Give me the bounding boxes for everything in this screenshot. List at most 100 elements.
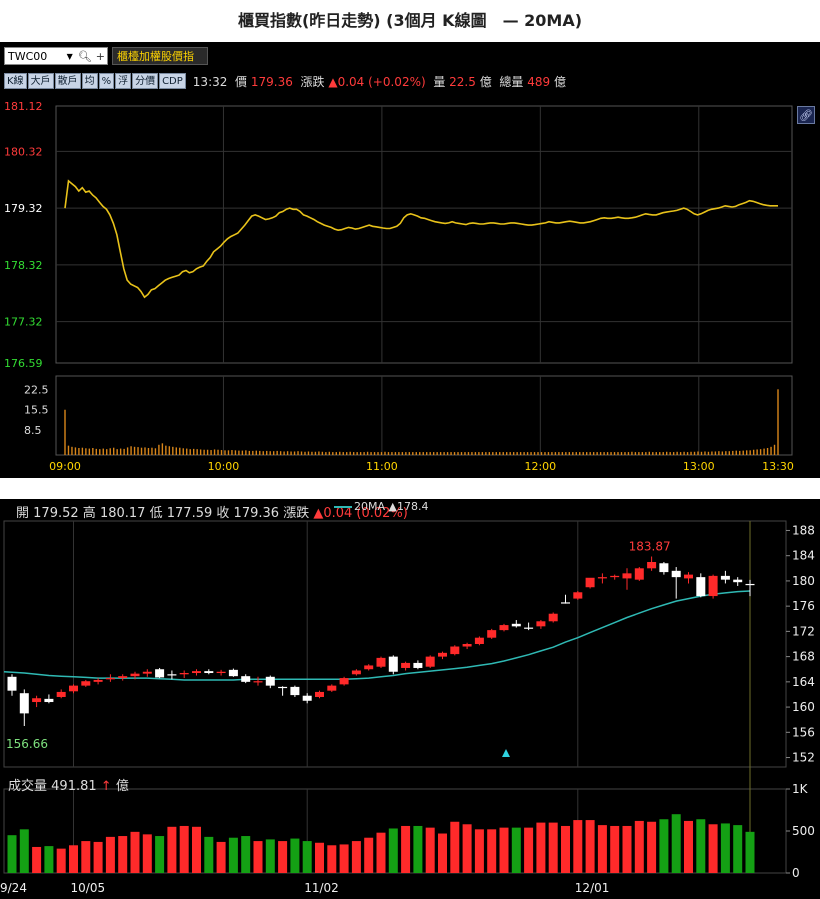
candle-body [118, 676, 128, 679]
volume-plot-frame [55, 375, 793, 456]
date-tick-label: 12/01 [575, 881, 610, 895]
volume-bar [561, 825, 570, 873]
volume-bar [499, 827, 509, 873]
candle-body [327, 685, 337, 691]
volume-bar [684, 820, 693, 873]
volume-tick-label: 22.5 [24, 383, 49, 396]
volume-bar [671, 814, 681, 873]
volume-bar [720, 823, 730, 873]
candle-body [745, 583, 755, 586]
volume-bar [659, 819, 669, 873]
signal-marker-icon [502, 749, 510, 757]
candle-body [265, 676, 275, 686]
volume-tick-label: 1K [792, 782, 809, 796]
volume-bar [388, 828, 398, 873]
candle-body [511, 623, 521, 627]
price-tick-label: 152 [792, 751, 815, 765]
candle-body [474, 637, 484, 644]
candle-body [302, 695, 312, 701]
candle-body [450, 646, 460, 655]
volume-bar [278, 841, 288, 873]
volume-bar [32, 846, 42, 873]
volume-bar [364, 837, 374, 873]
daily-panel: 開 179.52 高 180.17 低 177.59 收 179.36 漲跌 ▲… [0, 499, 820, 899]
volume-bar [487, 829, 497, 873]
price-tick-label: 180 [792, 574, 815, 588]
candle-body [351, 670, 361, 675]
volume-unit: 億 [115, 779, 129, 794]
volume-bar [142, 834, 152, 873]
price-tick-label: 181.12 [4, 100, 43, 113]
volume-bar [425, 827, 435, 873]
volume-bar [745, 831, 755, 873]
volume-bar [647, 821, 657, 873]
volume-bar [474, 829, 484, 873]
volume-bar [634, 820, 644, 873]
volume-bar [548, 822, 558, 873]
volume-bar [413, 825, 423, 873]
candle-body [597, 577, 607, 579]
time-tick-label: 09:00 [49, 460, 81, 473]
candle-body [155, 669, 165, 678]
volume-bar [733, 825, 743, 873]
candle-body [585, 577, 595, 588]
candle-body [32, 698, 42, 703]
price-tick-label: 176.59 [4, 357, 43, 370]
time-tick-label: 11:00 [366, 460, 398, 473]
daily-chart: 188 184 180 176 172 168 164 160 156 152 9/24 10/05 1… [0, 520, 815, 895]
price-tick-label: 179.32 [4, 202, 43, 215]
volume-value: 491.81 [51, 779, 97, 794]
candle-body [720, 575, 730, 580]
volume-tick-label: 500 [792, 824, 815, 838]
candle-body [401, 662, 411, 668]
candle-body [142, 671, 152, 674]
candle-body [622, 573, 632, 579]
volume-bar [696, 819, 706, 873]
volume-tick-label: 0 [792, 866, 800, 880]
high-annotation: 183.87 [629, 540, 671, 554]
candle-plot-frame [3, 520, 787, 768]
candle-body [44, 698, 54, 703]
volume-bar [450, 821, 460, 873]
volume-bar [253, 841, 263, 873]
volume-bar [708, 824, 718, 873]
candle-body [81, 681, 91, 686]
intraday-chart: 181.12 180.32 179.32 178.32 177.32 176.59 09:0… [4, 100, 794, 473]
candle-body [7, 676, 17, 691]
volume-bar [216, 841, 226, 873]
candle-body [364, 665, 374, 670]
candle-body [192, 671, 201, 674]
volume-bar [327, 845, 337, 873]
candle-body [684, 574, 693, 579]
candle-body [425, 656, 435, 667]
volume-bar [204, 836, 214, 873]
volume-bar [7, 835, 17, 873]
candle-body [278, 686, 288, 689]
volume-bar [536, 822, 546, 873]
volume-bar [179, 825, 189, 873]
candle-body [462, 644, 472, 647]
volume-bar [93, 841, 103, 873]
volume-bar [315, 842, 324, 873]
volume-bar [155, 836, 165, 873]
volume-bar [524, 827, 534, 873]
candle-body [130, 673, 140, 677]
time-tick-label: 13:00 [683, 460, 715, 473]
candle-body [93, 679, 103, 682]
date-tick-label: 11/02 [304, 881, 339, 895]
candle-body [241, 676, 251, 682]
volume-tick-label: 15.5 [24, 404, 49, 417]
volume-bar [167, 826, 177, 873]
candle-body [413, 662, 423, 668]
volume-bar [573, 820, 583, 873]
price-tick-label: 178.32 [4, 259, 43, 272]
volume-bar [610, 825, 620, 873]
candle-body [561, 602, 570, 604]
volume-bar [597, 825, 607, 873]
volume-up-arrow-icon: ↑ [100, 779, 112, 794]
price-tick-label: 188 [792, 523, 815, 537]
candle-body [19, 693, 29, 714]
volume-bar [265, 839, 275, 873]
volume-bar [585, 820, 595, 873]
candle-body [659, 563, 669, 573]
